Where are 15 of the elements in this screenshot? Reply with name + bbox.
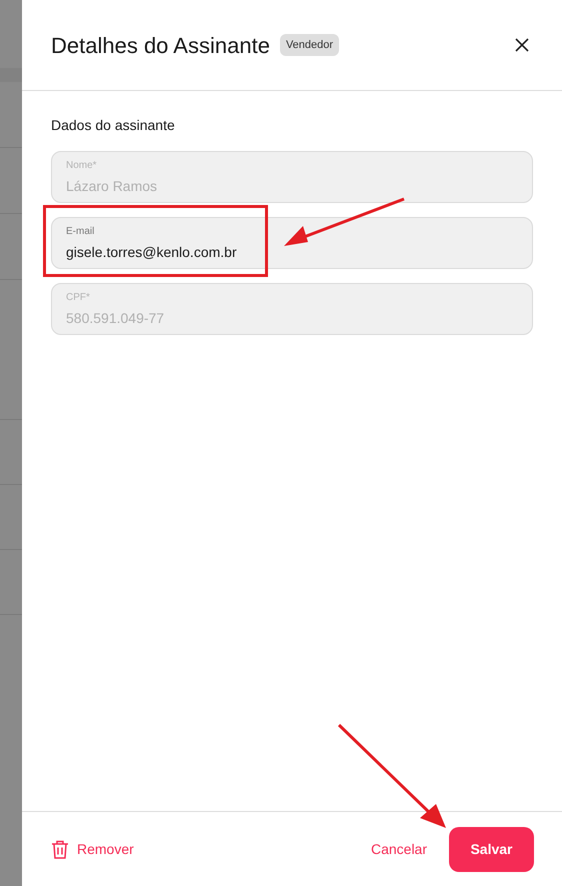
panel-title: Detalhes do Assinante [51,32,270,60]
field-label: E-mail [66,225,96,239]
cancel-button[interactable]: Cancelar [370,838,427,860]
close-icon [515,38,529,52]
input-field[interactable]: E-mail gisele.torres@kenlo.com.br [51,217,533,269]
field-label: Nome* [66,159,98,173]
field-value: 580.591.049-77 [66,309,166,328]
role-badge: Vendedor [280,34,340,56]
trash-icon [51,840,69,858]
section-title: Dados do assinante [51,116,176,135]
field-value: Lázaro Ramos [66,177,158,196]
field-value: gisele.torres@kenlo.com.br [66,243,238,262]
field-label: CPF* [66,291,91,305]
remove-button[interactable]: Remover [51,838,134,860]
save-button[interactable]: Salvar [449,826,534,872]
